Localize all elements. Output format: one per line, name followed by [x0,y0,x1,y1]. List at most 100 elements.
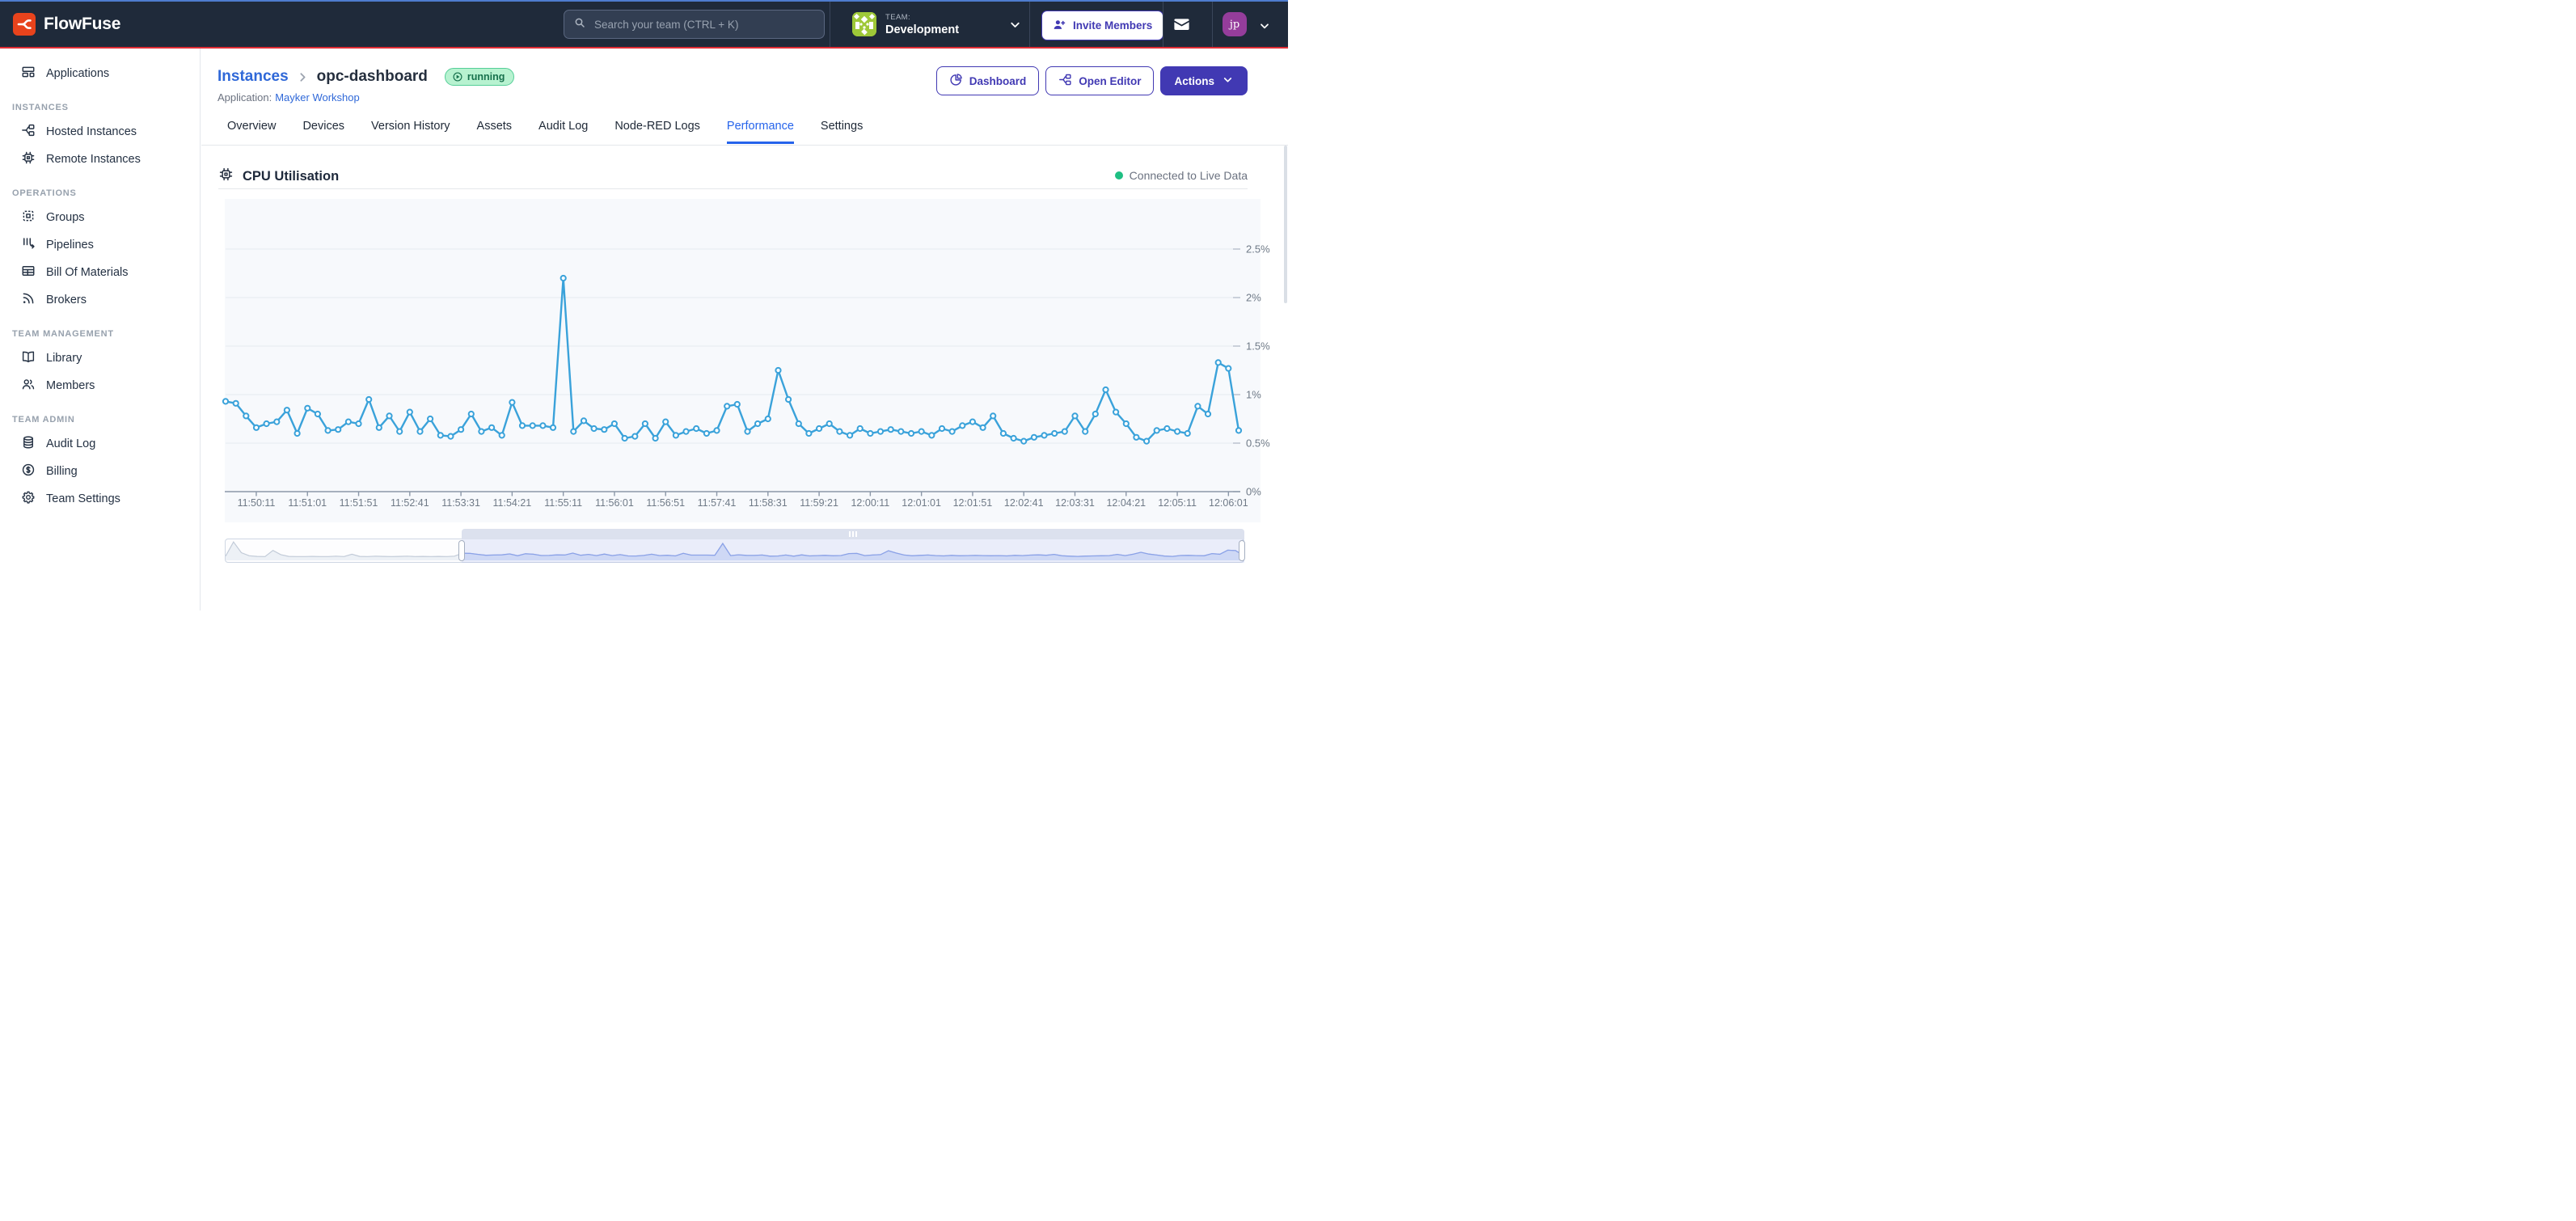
live-status-label: Connected to Live Data [1130,169,1248,182]
svg-text:12:03:31: 12:03:31 [1055,497,1095,509]
svg-text:12:00:11: 12:00:11 [851,497,889,509]
sidebar-item-billing[interactable]: Billing [0,458,200,485]
svg-text:11:55:11: 11:55:11 [544,497,582,509]
team-texts: TEAM: Development [885,13,959,36]
sidebar-section-operations: OPERATIONS [0,173,200,204]
svg-text:11:51:01: 11:51:01 [288,497,327,509]
sidebar-item-applications[interactable]: Applications [0,60,200,87]
flowfuse-logo-icon [13,13,36,36]
tab-settings[interactable]: Settings [821,120,863,144]
svg-text:12:02:41: 12:02:41 [1004,497,1044,509]
chevron-down-icon [1008,18,1022,36]
sidebar: Applications INSTANCES Hosted Instances … [0,49,201,610]
sidebar-item-label: Remote Instances [46,153,141,166]
search-icon [573,16,586,33]
main-content: 0%0.5%1%1.5%2%2.5%11:50:1111:51:0111:51:… [201,49,1288,610]
brush-handle-left[interactable] [458,540,465,561]
svg-text:11:50:11: 11:50:11 [238,497,276,509]
sidebar-item-label: Billing [46,465,78,478]
svg-text:12:01:01: 12:01:01 [902,497,941,509]
sidebar-item-label: Groups [46,211,85,224]
sidebar-item-team-settings[interactable]: Team Settings [0,485,200,513]
hosted-instances-icon [21,123,36,141]
users-icon [21,377,36,395]
actions-button-label: Actions [1174,75,1214,87]
brush-drag-strip[interactable] [462,529,1244,539]
chip-icon [21,150,36,168]
tab-version-history[interactable]: Version History [371,120,450,144]
actions-button[interactable]: Actions [1160,66,1248,95]
notifications-mail-icon[interactable] [1172,15,1191,38]
sidebar-item-hosted-instances[interactable]: Hosted Instances [0,118,200,146]
breadcrumb-instances-link[interactable]: Instances [217,68,289,86]
live-status-dot [1115,171,1123,180]
app-window: FlowFuse TEAM: Development [0,0,1288,610]
instance-name: opc-dashboard [317,68,428,86]
svg-text:11:59:21: 11:59:21 [800,497,838,509]
invite-members-label: Invite Members [1073,19,1152,32]
brand-name: FlowFuse [44,15,120,34]
open-editor-button[interactable]: Open Editor [1045,66,1154,95]
team-search[interactable] [564,10,825,39]
sidebar-item-label: Library [46,352,82,365]
panel-title-label: CPU Utilisation [243,169,339,184]
application-link[interactable]: Mayker Workshop [275,91,360,104]
svg-text:11:52:41: 11:52:41 [391,497,429,509]
tab-audit-log[interactable]: Audit Log [538,120,588,144]
tab-devices[interactable]: Devices [302,120,344,144]
cpu-chip-icon [218,167,234,186]
plot-background [225,199,1261,522]
sidebar-item-bill-of-materials[interactable]: Bill Of Materials [0,259,200,286]
tab-performance[interactable]: Performance [727,120,794,144]
svg-text:0.5%: 0.5% [1246,437,1270,450]
applications-icon [21,65,36,82]
invite-members-button[interactable]: Invite Members [1041,11,1163,40]
sidebar-item-audit-log[interactable]: Audit Log [0,430,200,458]
sidebar-item-label: Hosted Instances [46,125,137,138]
sidebar-item-library[interactable]: Library [0,344,200,372]
sidebar-item-pipelines[interactable]: Pipelines [0,231,200,259]
team-selector[interactable]: TEAM: Development [852,2,1030,47]
svg-text:12:04:21: 12:04:21 [1106,497,1146,509]
search-input[interactable] [593,18,815,32]
user-menu-chevron-down-icon[interactable] [1258,19,1271,36]
sidebar-item-groups[interactable]: Groups [0,204,200,231]
brand[interactable]: FlowFuse [13,13,120,36]
dashboard-button-label: Dashboard [969,75,1027,87]
team-name: Development [885,23,959,36]
svg-text:12:06:01: 12:06:01 [1209,497,1248,509]
svg-text:11:56:51: 11:56:51 [646,497,685,509]
team-label: TEAM: [885,13,959,22]
svg-text:11:54:21: 11:54:21 [493,497,532,509]
sidebar-section-instances: INSTANCES [0,87,200,118]
panel-divider [218,188,1248,189]
application-row: Application:Mayker Workshop [217,91,360,104]
dashboard-button[interactable]: Dashboard [936,66,1040,95]
sidebar-item-brokers[interactable]: Brokers [0,286,200,314]
svg-text:11:58:31: 11:58:31 [749,497,788,509]
status-badge: running [445,68,515,86]
groups-icon [21,209,36,226]
pipelines-icon [21,236,36,254]
instance-tabs: Overview Devices Version History Assets … [227,120,863,144]
brush-handle-right[interactable] [1239,540,1245,561]
pie-chart-icon [949,73,963,89]
header-actions: Dashboard Open Editor Actions [936,66,1248,95]
sidebar-section-team-management: TEAM MANAGEMENT [0,314,200,344]
user-plus-icon [1053,18,1066,34]
sidebar-item-members[interactable]: Members [0,372,200,399]
node-red-fork-icon [1058,73,1072,89]
tab-overview[interactable]: Overview [227,120,276,144]
tab-assets[interactable]: Assets [477,120,513,144]
svg-text:12:01:51: 12:01:51 [953,497,993,509]
topbar-divider [1212,2,1213,47]
scrollbar[interactable] [1284,146,1287,303]
window-accent-strip [0,0,1288,2]
sidebar-item-label: Audit Log [46,437,95,450]
tab-node-red-logs[interactable]: Node-RED Logs [614,120,700,144]
application-label: Application: [217,91,272,104]
open-editor-button-label: Open Editor [1079,75,1141,87]
sidebar-item-remote-instances[interactable]: Remote Instances [0,146,200,173]
user-avatar[interactable]: jp [1223,12,1247,36]
svg-text:11:56:01: 11:56:01 [595,497,634,509]
